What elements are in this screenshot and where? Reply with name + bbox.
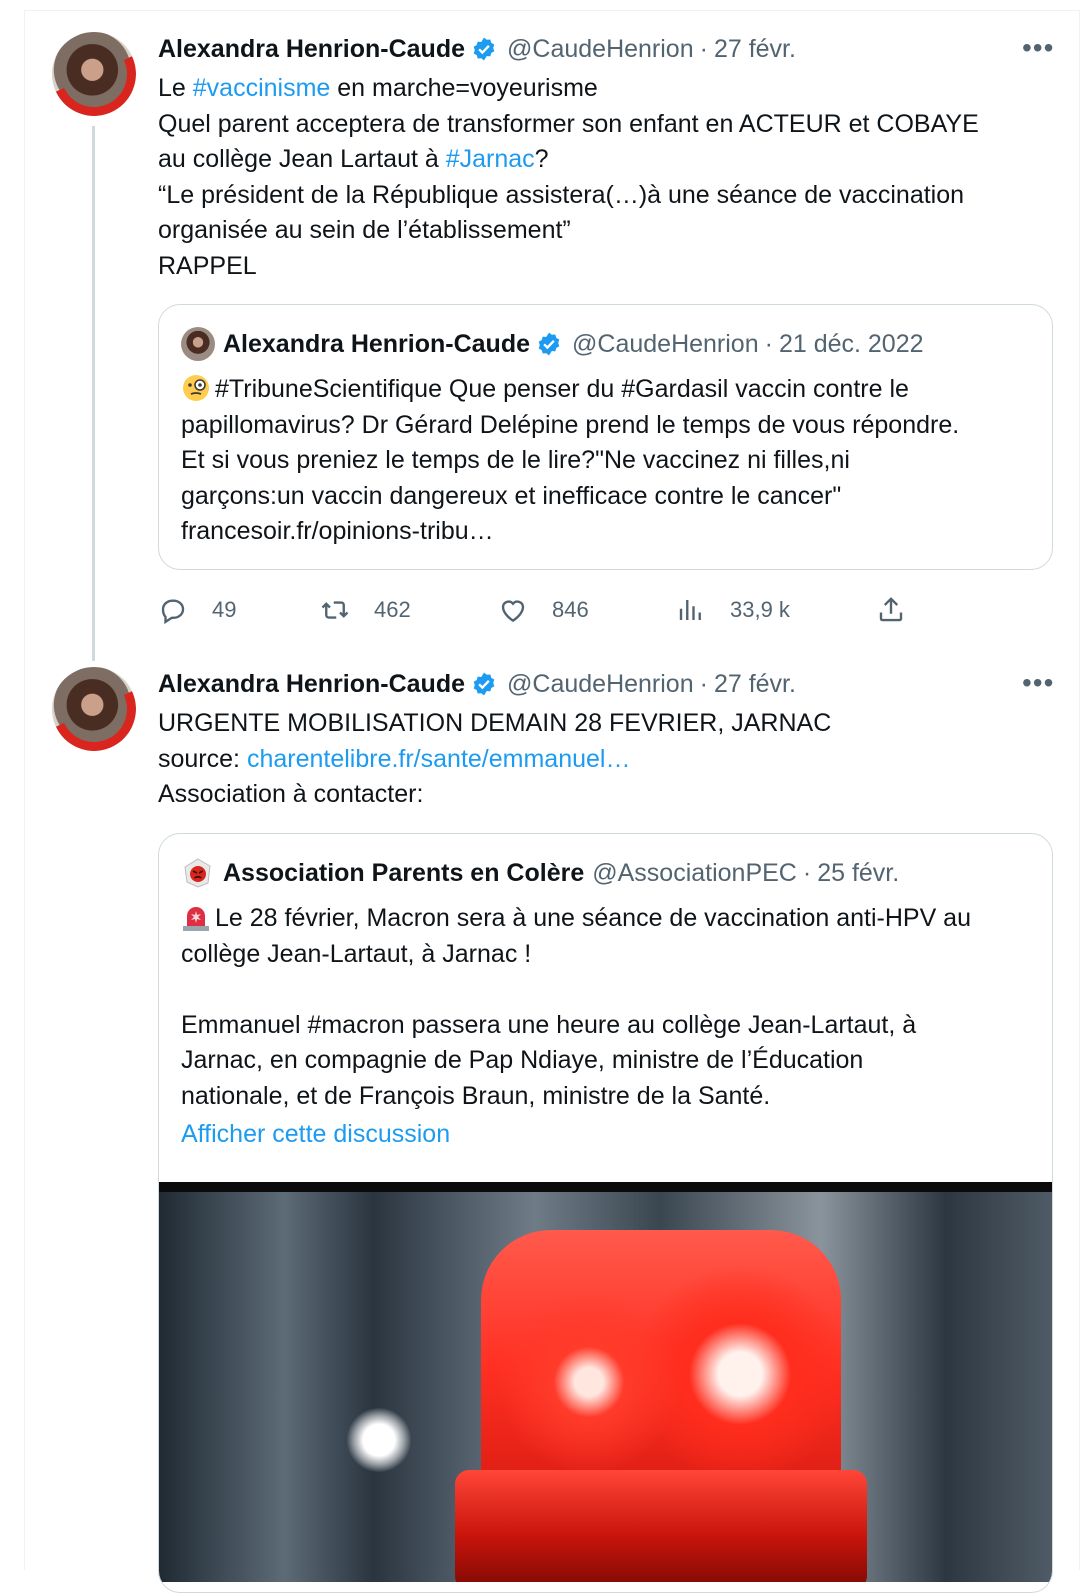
quoted-media-image[interactable] — [159, 1182, 1052, 1582]
text-line: nationale, et de François Braun, ministr… — [181, 1081, 771, 1110]
avatar[interactable] — [52, 32, 136, 116]
text-line: au collège Jean Lartaut à — [158, 145, 446, 173]
tweet-text: Le #vaccinisme en marche=voyeurisme Quel… — [158, 71, 979, 284]
separator-dot: · — [802, 858, 812, 887]
verified-badge-icon — [473, 37, 495, 61]
quoted-tweet-date: 21 déc. 2022 — [778, 329, 924, 358]
author-handle[interactable]: @CaudeHenrion — [507, 35, 694, 64]
text-line: RAPPEL — [158, 251, 257, 280]
views-button[interactable]: 33,9 k — [676, 590, 790, 630]
like-count: 846 — [552, 597, 589, 622]
tweet-text: URGENTE MOBILISATION DEMAIN 28 FEVRIER, … — [158, 706, 831, 813]
text-line: Quel parent acceptera de transformer son… — [158, 109, 979, 138]
text-line: #TribuneScientifique Que penser du #Gard… — [215, 375, 909, 403]
text-line: “Le président de la République assistera… — [158, 180, 965, 209]
show-thread-link[interactable]: Afficher cette discussion — [181, 1120, 450, 1149]
more-options-icon[interactable]: ••• — [1022, 32, 1054, 64]
retweet-count: 462 — [374, 597, 411, 622]
beacon-base — [455, 1470, 867, 1582]
separator-dot: · — [699, 669, 708, 698]
tweet-header: Alexandra Henrion-Caude @CaudeHenrion · … — [158, 33, 796, 65]
text-line: en marche=voyeurisme — [330, 74, 598, 102]
reply-count: 49 — [212, 597, 237, 622]
quoted-author-handle: @AssociationPEC — [592, 858, 797, 887]
media-top-edge — [159, 1182, 1052, 1192]
tweet-header: Alexandra Henrion-Caude @CaudeHenrion · … — [158, 668, 796, 700]
light-glow — [347, 1408, 411, 1472]
quoted-author-name: Association Parents en Colère — [223, 858, 585, 887]
tweet-actions-bar: 49 462 846 33,9 k — [158, 590, 918, 630]
avatar[interactable] — [52, 667, 136, 751]
retweet-icon — [321, 601, 349, 619]
separator-dot: · — [764, 329, 773, 358]
quoted-tweet-header: Alexandra Henrion-Caude @CaudeHenrion · … — [181, 327, 924, 361]
rotating-light-emoji-icon — [183, 907, 209, 931]
more-options-icon[interactable]: ••• — [1022, 667, 1054, 699]
tweet-date[interactable]: 27 févr. — [714, 35, 796, 64]
share-button[interactable] — [876, 590, 930, 630]
quoted-tweet[interactable]: Association Parents en Colère @Associati… — [158, 833, 1053, 1593]
like-button[interactable]: 846 — [498, 590, 589, 630]
quoted-tweet[interactable]: Alexandra Henrion-Caude @CaudeHenrion · … — [158, 304, 1053, 570]
author-handle[interactable]: @CaudeHenrion — [507, 670, 694, 699]
views-count: 33,9 k — [730, 597, 790, 622]
tweet-date[interactable]: 27 févr. — [714, 670, 796, 699]
quoted-tweet-text: #TribuneScientifique Que penser du #Gard… — [181, 372, 959, 550]
reply-button[interactable]: 49 — [158, 590, 236, 630]
external-link[interactable]: charentelibre.fr/sante/emmanuel… — [247, 745, 631, 773]
verified-badge-icon — [538, 332, 560, 356]
separator-dot: · — [699, 34, 708, 63]
quoted-tweet-header: Association Parents en Colère @Associati… — [181, 856, 899, 890]
hashtag-link[interactable]: #Jarnac — [446, 145, 535, 173]
quoted-link-text: francesoir.fr/opinions-tribu… — [181, 517, 494, 545]
text-line: Jarnac, en compagnie de Pap Ndiaye, mini… — [181, 1046, 864, 1074]
hashtag-link[interactable]: #vaccinisme — [193, 74, 331, 102]
text-line: collège Jean-Lartaut, à Jarnac ! — [181, 939, 532, 968]
quoted-tweet-text: Le 28 février, Macron sera à une séance … — [181, 901, 971, 1114]
author-name[interactable]: Alexandra Henrion-Caude — [158, 35, 465, 64]
share-icon — [879, 597, 903, 622]
text-line: Le — [158, 74, 193, 102]
views-chart-icon — [679, 600, 701, 620]
heart-icon — [501, 600, 525, 623]
text-line: papillomavirus? Dr Gérard Delépine prend… — [181, 410, 960, 439]
monocle-face-emoji-icon — [183, 375, 209, 401]
thread-connector-line — [92, 126, 95, 661]
reply-icon — [161, 599, 185, 625]
text-line: URGENTE MOBILISATION DEMAIN 28 FEVRIER, … — [158, 709, 832, 737]
retweet-button[interactable]: 462 — [320, 590, 411, 630]
quoted-tweet-date: 25 févr. — [817, 858, 900, 887]
text-line: Association à contacter: — [158, 780, 424, 808]
text-line: source: — [158, 744, 247, 773]
author-name[interactable]: Alexandra Henrion-Caude — [158, 670, 465, 699]
angry-face-logo-icon — [184, 858, 211, 888]
verified-badge-icon — [473, 672, 495, 696]
text-line: Le 28 février, Macron sera à une séance … — [215, 904, 971, 932]
quoted-avatar — [181, 327, 215, 361]
text-line: organisée au sein de l’établissement” — [158, 216, 571, 244]
text-line: garçons:un vaccin dangereux et inefficac… — [181, 481, 842, 510]
quoted-author-handle: @CaudeHenrion — [572, 329, 759, 358]
text-line: ? — [534, 145, 549, 173]
text-line: Et si vous preniez le temps de le lire?"… — [181, 446, 850, 474]
text-line: Emmanuel #macron passera une heure au co… — [181, 1010, 917, 1039]
quoted-author-name: Alexandra Henrion-Caude — [223, 329, 531, 358]
